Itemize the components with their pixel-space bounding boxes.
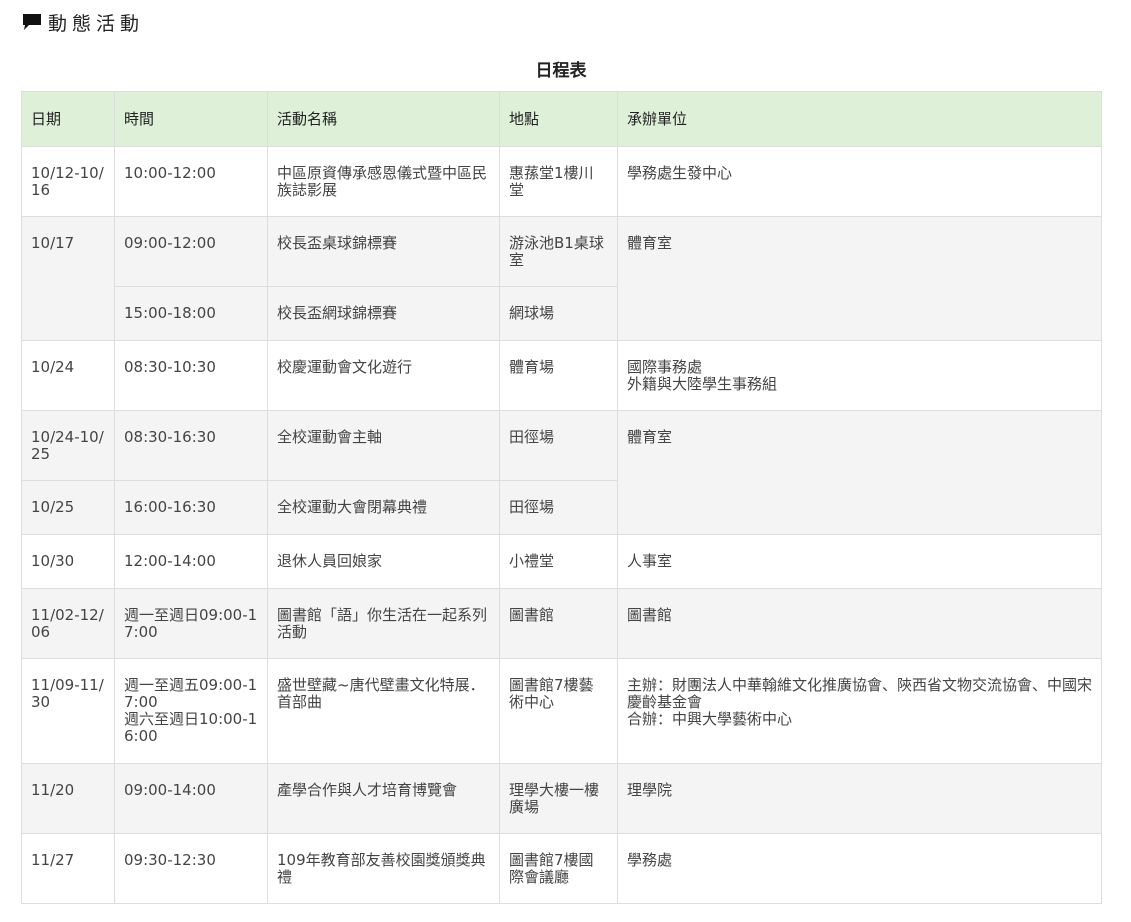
table-row: 11/09-11/30 週一至週五09:00-17:00 週六至週日10:00-… [21, 658, 1102, 764]
time-cell: 週一至週日09:00-17:00 [114, 588, 268, 659]
time-cell: 16:00-16:30 [114, 480, 268, 535]
table-row: 11/02-12/06 週一至週日09:00-17:00 圖書館「語」你生活在一… [21, 588, 1102, 659]
location-cell: 理學大樓一樓廣場 [499, 763, 618, 834]
organizer-line: 外籍與大陸學生事務組 [627, 375, 778, 393]
column-header-location: 地點 [499, 91, 618, 147]
event-cell: 校長盃網球錦標賽 [267, 286, 500, 341]
organizer-cell: 國際事務處 外籍與大陸學生事務組 [617, 340, 1102, 411]
date-cell: 11/27 [21, 833, 115, 904]
time-cell: 08:30-10:30 [114, 340, 268, 411]
organizer-cell: 學務處生發中心 [617, 146, 1102, 217]
date-cell: 11/20 [21, 763, 115, 834]
location-cell: 田徑場 [499, 480, 618, 535]
organizer-cell: 學務處 [617, 833, 1102, 904]
location-cell: 游泳池B1桌球室 [499, 216, 618, 287]
organizer-line: 合辦：中興大學藝術中心 [627, 710, 793, 728]
organizer-line: 國際事務處 [627, 358, 703, 376]
organizer-cell: 人事室 [617, 534, 1102, 589]
time-line: 週六至週日10:00-16:00 [124, 710, 258, 745]
column-header-date: 日期 [21, 91, 115, 147]
date-cell: 11/09-11/30 [21, 658, 115, 764]
date-cell: 10/30 [21, 534, 115, 589]
time-cell: 09:00-12:00 [114, 216, 268, 287]
time-cell: 15:00-18:00 [114, 286, 268, 341]
event-cell: 全校運動會主軸 [267, 410, 500, 481]
organizer-cell: 圖書館 [617, 588, 1102, 659]
table-caption: 日程表 [535, 61, 587, 81]
time-cell: 週一至週五09:00-17:00 週六至週日10:00-16:00 [114, 658, 268, 764]
table-row: 10/24 08:30-10:30 校慶運動會文化遊行 體育場 國際事務處 外籍… [21, 340, 1102, 411]
location-cell: 體育場 [499, 340, 618, 411]
time-cell: 09:30-12:30 [114, 833, 268, 904]
organizer-cell: 體育室 [617, 410, 1102, 535]
table-row: 10/17 09:00-12:00 校長盃桌球錦標賽 游泳池B1桌球室 體育室 [21, 216, 1102, 341]
time-line: 週一至週五09:00-17:00 [124, 676, 258, 711]
date-cell: 10/12-10/16 [21, 146, 115, 217]
table-row: 10/30 12:00-14:00 退休人員回娘家 小禮堂 人事室 [21, 534, 1102, 589]
event-cell: 圖書館「語」你生活在一起系列活動 [267, 588, 500, 659]
location-cell: 圖書館 [499, 588, 618, 659]
date-cell: 10/25 [21, 480, 115, 535]
location-cell: 圖書館7樓藝術中心 [499, 658, 618, 764]
location-cell: 田徑場 [499, 410, 618, 481]
table-row: 10/12-10/16 10:00-12:00 中區原資傳承感恩儀式暨中區民族誌… [21, 146, 1102, 217]
time-cell: 12:00-14:00 [114, 534, 268, 589]
speech-bubble-icon [21, 12, 43, 32]
location-cell: 圖書館7樓國際會議廳 [499, 833, 618, 904]
time-cell: 08:30-16:30 [114, 410, 268, 481]
location-cell: 網球場 [499, 286, 618, 341]
event-cell: 退休人員回娘家 [267, 534, 500, 589]
organizer-cell: 理學院 [617, 763, 1102, 834]
date-cell: 10/24 [21, 340, 115, 411]
date-cell: 10/17 [21, 216, 115, 341]
organizer-cell: 體育室 [617, 216, 1102, 341]
date-cell: 11/02-12/06 [21, 588, 115, 659]
column-header-organizer: 承辦單位 [617, 91, 1102, 147]
section-header: 動態活動 [21, 8, 144, 36]
location-cell: 惠蓀堂1樓川堂 [499, 146, 618, 217]
section-title: 動態活動 [48, 12, 145, 35]
event-cell: 盛世壁藏~唐代壁畫文化特展．首部曲 [267, 658, 500, 764]
event-cell: 校長盃桌球錦標賽 [267, 216, 500, 287]
organizer-cell: 主辦：財團法人中華翰維文化推廣協會、陝西省文物交流協會、中國宋慶齡基金會 合辦：… [617, 658, 1102, 764]
event-cell: 校慶運動會文化遊行 [267, 340, 500, 411]
column-header-event: 活動名稱 [267, 91, 500, 147]
event-cell: 全校運動大會閉幕典禮 [267, 480, 500, 535]
location-cell: 小禮堂 [499, 534, 618, 589]
event-cell: 中區原資傳承感恩儀式暨中區民族誌影展 [267, 146, 500, 217]
table-row: 11/20 09:00-14:00 產學合作與人才培育博覽會 理學大樓一樓廣場 … [21, 763, 1102, 834]
table-row: 10/24-10/25 08:30-16:30 全校運動會主軸 田徑場 體育室 [21, 410, 1102, 535]
organizer-line: 主辦：財團法人中華翰維文化推廣協會、陝西省文物交流協會、中國宋慶齡基金會 [627, 676, 1093, 711]
event-cell: 產學合作與人才培育博覽會 [267, 763, 500, 834]
date-cell: 10/24-10/25 [21, 410, 115, 481]
column-header-time: 時間 [114, 91, 268, 147]
time-cell: 09:00-14:00 [114, 763, 268, 834]
schedule-table: 日期 時間 活動名稱 地點 承辦單位 10/12-10/16 10:00-12:… [21, 91, 1102, 904]
table-header-row: 日期 時間 活動名稱 地點 承辦單位 [21, 91, 1102, 147]
event-cell: 109年教育部友善校園獎頒獎典禮 [267, 833, 500, 904]
time-cell: 10:00-12:00 [114, 146, 268, 217]
table-row: 11/27 09:30-12:30 109年教育部友善校園獎頒獎典禮 圖書館7樓… [21, 833, 1102, 904]
